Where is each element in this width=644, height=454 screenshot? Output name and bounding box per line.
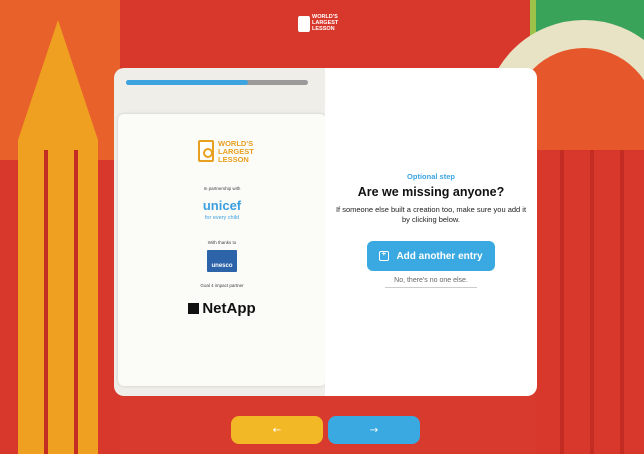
- step-description: If someone else built a creation too, ma…: [335, 205, 527, 224]
- step-title: Are we missing anyone?: [357, 185, 505, 199]
- book-icon: [298, 16, 310, 32]
- thanks-label: With thanks to: [207, 240, 237, 245]
- add-entry-label: Add another entry: [396, 250, 483, 262]
- add-entry-button[interactable]: Add another entry: [367, 241, 495, 271]
- unesco-name: unesco: [207, 250, 237, 272]
- impact-label: Goal 4 impact partner: [200, 283, 244, 288]
- sponsor-panel: WORLD'S LARGEST LESSON In partnership wi…: [114, 68, 330, 396]
- wll-logo-text: WORLD'S LARGEST LESSON: [218, 139, 254, 164]
- next-button[interactable]: →: [328, 416, 420, 444]
- netapp-icon: [188, 303, 200, 314]
- back-button[interactable]: ←: [231, 416, 323, 444]
- netapp-logo: NetApp: [114, 300, 330, 317]
- header-logo: WORLD'S LARGEST LESSON: [298, 12, 338, 46]
- netapp-name: NetApp: [202, 300, 256, 317]
- unicef-tagline: for every child: [204, 215, 240, 221]
- step-panel: Optional step Are we missing anyone? If …: [325, 68, 537, 396]
- wll-logo: WORLD'S LARGEST LESSON: [114, 136, 330, 175]
- progress-fill: [126, 80, 248, 85]
- skip-link[interactable]: No, there's no one else.: [385, 277, 477, 288]
- unesco-logo: unesco: [114, 250, 330, 272]
- book-icon: [198, 140, 214, 162]
- progress-bar: [126, 80, 308, 85]
- step-eyebrow: Optional step: [407, 172, 455, 181]
- unicef-logo: unicef: [202, 198, 242, 213]
- partnership-label: In partnership with: [203, 186, 241, 191]
- header-logo-text: WORLD'S LARGEST LESSON: [312, 14, 339, 32]
- add-copy-icon: [379, 249, 390, 261]
